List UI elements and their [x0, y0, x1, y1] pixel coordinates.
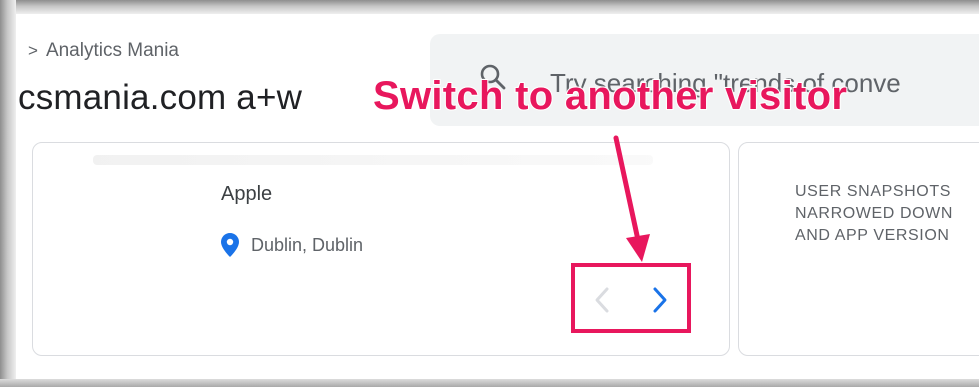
frame-shadow — [0, 0, 16, 387]
location-pin-icon — [221, 233, 239, 257]
next-visitor-button[interactable] — [645, 283, 675, 317]
snapshot-line: USER SNAPSHOTS — [795, 183, 951, 200]
location-text: Dublin, Dublin — [251, 234, 364, 255]
breadcrumb[interactable]: > Analytics Mania — [28, 40, 179, 62]
device-brand: Apple — [221, 183, 273, 205]
frame-shadow — [0, 379, 979, 387]
property-title[interactable]: csmania.com a+w — [18, 78, 302, 118]
location-row: Dublin, Dublin — [221, 233, 363, 257]
snapshot-line: AND APP VERSION — [795, 227, 950, 244]
frame-shadow — [0, 0, 979, 14]
faded-header — [93, 155, 653, 165]
breadcrumb-separator: > — [28, 41, 38, 60]
annotation-label: Switch to another visitor — [372, 73, 848, 119]
analytics-page: > Analytics Mania csmania.com a+w Try se… — [18, 16, 979, 379]
snapshot-description: USER SNAPSHOTS NARROWED DOWN AND APP VER… — [795, 181, 953, 247]
breadcrumb-account[interactable]: Analytics Mania — [46, 40, 179, 62]
previous-visitor-button[interactable] — [587, 283, 617, 317]
chevron-right-icon — [653, 287, 667, 313]
snapshot-line: NARROWED DOWN — [795, 205, 954, 222]
chevron-left-icon — [595, 287, 609, 313]
annotation-arrow-icon — [613, 135, 650, 262]
user-snapshot-card: USER SNAPSHOTS NARROWED DOWN AND APP VER… — [738, 142, 979, 356]
screenshot-frame: > Analytics Mania csmania.com a+w Try se… — [0, 0, 979, 387]
